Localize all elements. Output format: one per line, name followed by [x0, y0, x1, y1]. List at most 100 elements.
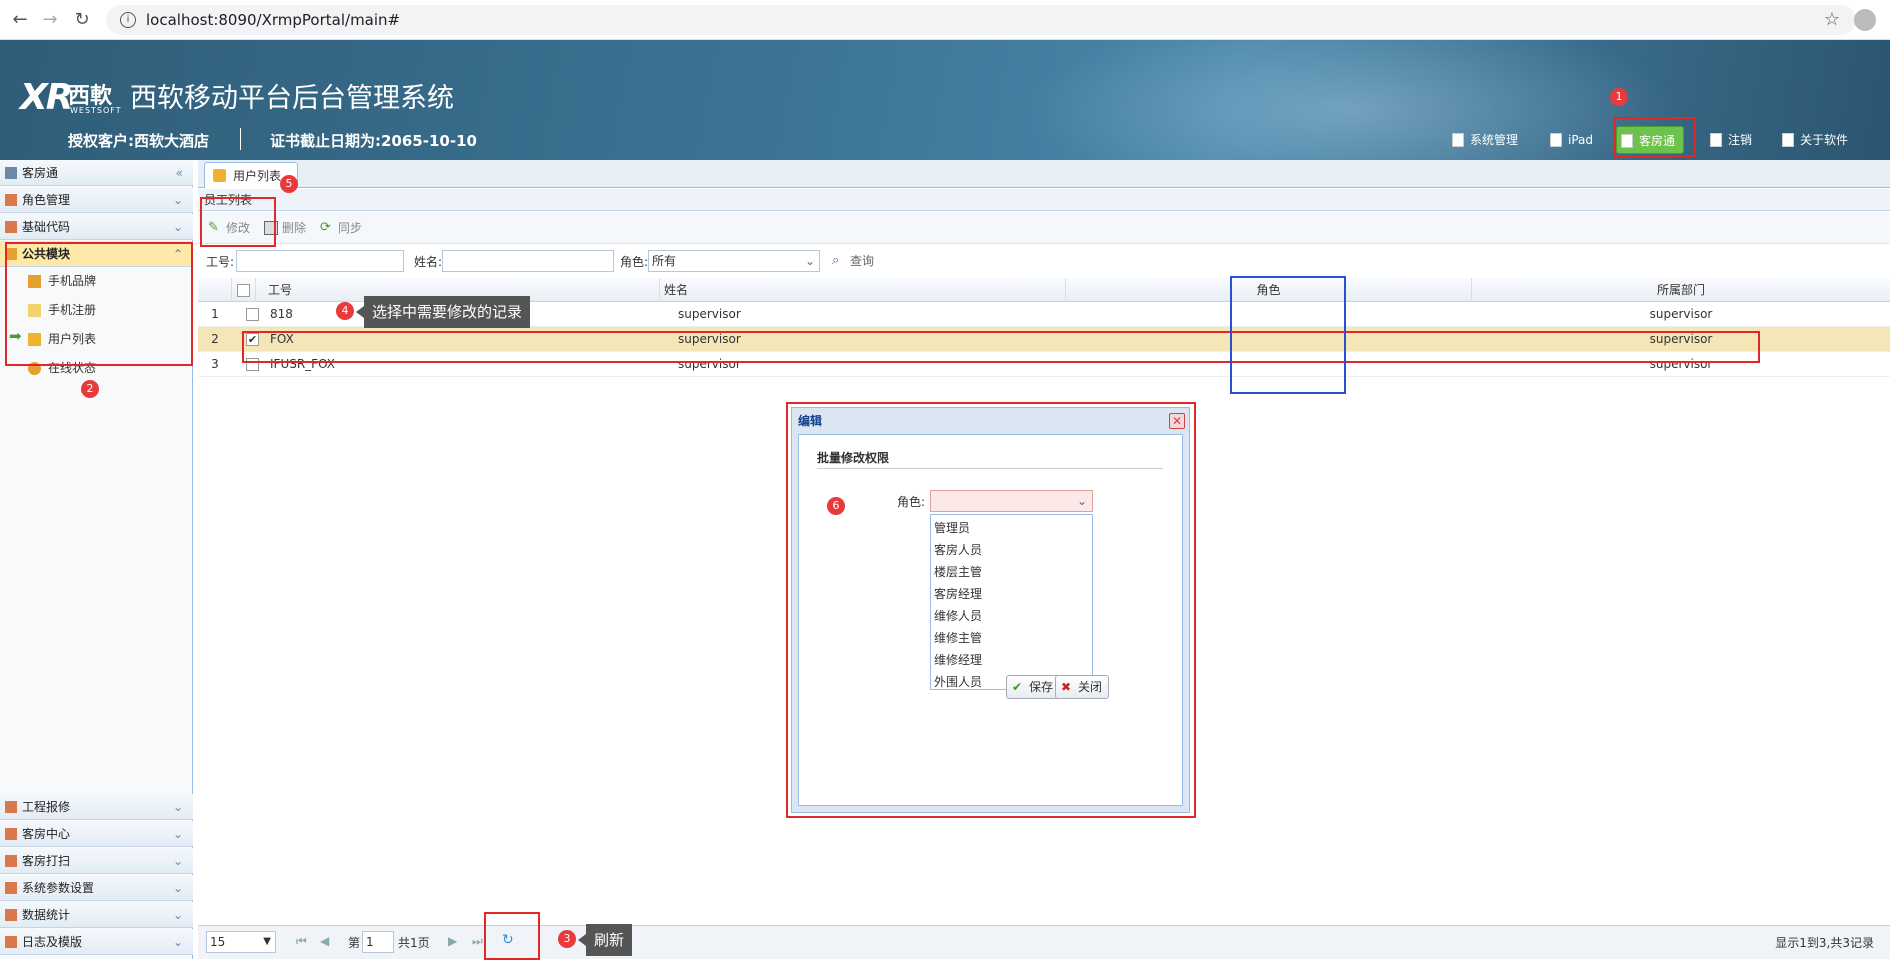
annotation-badge-2: 2	[81, 380, 99, 398]
sidebar-item-housekeeping[interactable]: 客房通 «	[0, 160, 193, 186]
annotation-badge-4: 4	[336, 302, 354, 320]
last-page-icon[interactable]: ⏭	[472, 934, 483, 949]
sidebar-item-logs-templates[interactable]: 日志及模版 ⌄	[0, 929, 193, 955]
list-icon	[5, 167, 17, 179]
name-filter-input[interactable]	[442, 250, 614, 272]
page-input[interactable]: 1	[362, 931, 394, 953]
sidebar-item-roles[interactable]: 角色管理 ⌄	[0, 187, 193, 213]
first-page-icon[interactable]: ⏮	[296, 934, 307, 949]
system-title: 西软移动平台后台管理系统	[130, 83, 454, 114]
row-checkbox[interactable]	[246, 308, 259, 321]
sync-button[interactable]: ⟳ 同步	[318, 218, 362, 238]
cell-name: supervisor	[678, 307, 741, 321]
sidebar-item-statistics[interactable]: 数据统计 ⌄	[0, 902, 193, 928]
about-button[interactable]: 关于软件	[1778, 126, 1848, 154]
chevron-down-icon[interactable]: ⌄	[173, 902, 183, 928]
annotation-box-refresh	[484, 912, 540, 960]
bar-chart-icon	[5, 909, 17, 921]
button-label: 关于软件	[1800, 133, 1849, 147]
select-all-checkbox[interactable]	[237, 284, 250, 297]
bookmark-star-icon[interactable]: ☆	[1824, 9, 1840, 30]
chevron-down-icon[interactable]: ⌄	[173, 214, 183, 240]
sidebar-item-system-params[interactable]: 系统参数设置 ⌄	[0, 875, 193, 901]
cell-dept: supervisor	[1649, 307, 1713, 321]
pager-summary: 显示1到3,共3记录	[1775, 936, 1874, 950]
banner-decoration	[1000, 40, 1700, 160]
chevron-down-icon[interactable]: ⌄	[173, 794, 183, 820]
tag-icon	[5, 194, 17, 206]
chevron-down-icon[interactable]: ⌄	[173, 875, 183, 901]
pagination-bar: 15 ▼ ⏮ ◀ 第 1 共1页 ▶ ⏭ ↻ 显示1到3,共3记录	[198, 925, 1890, 959]
filter-bar: 工号: 姓名: 角色: 所有 ⌄ ⌕ 查询	[198, 245, 1890, 277]
logout-button[interactable]: 注销	[1706, 126, 1752, 154]
role-filter-value: 所有	[652, 254, 677, 268]
annotation-badge-5: 5	[280, 175, 298, 193]
button-label: iPad	[1568, 133, 1594, 147]
url-text: localhost:8090/XrmpPortal/main#	[146, 11, 401, 29]
header-select-all[interactable]	[232, 278, 256, 302]
delete-label: 删除	[282, 221, 307, 235]
annotation-badge-6: 6	[827, 497, 845, 515]
annotation-box-housekeeping	[1614, 117, 1696, 157]
logo-subtext: WESTSOFT	[70, 106, 122, 115]
chevron-down-icon: ⌄	[804, 254, 815, 268]
client-info: 授权客户:西软大酒店	[68, 132, 209, 150]
reload-icon[interactable]: ↻	[70, 8, 94, 32]
chevron-down-icon[interactable]: ⌄	[173, 187, 183, 213]
prev-page-icon[interactable]: ◀	[320, 934, 329, 948]
back-icon[interactable]: ←	[8, 8, 32, 32]
search-icon: ⌕	[832, 253, 840, 268]
home-icon	[5, 828, 17, 840]
doc-icon	[1550, 133, 1562, 147]
page-size-value: 15	[210, 935, 226, 949]
profile-avatar-icon[interactable]	[1854, 9, 1876, 31]
chevron-down-icon[interactable]: ⌄	[173, 821, 183, 847]
tab-bar: 用户列表	[198, 160, 1890, 188]
next-page-icon[interactable]: ▶	[448, 934, 457, 948]
chevron-down-icon[interactable]: ⌄	[173, 929, 183, 955]
grid-toolbar: ✎ 修改 删除 ⟳ 同步	[198, 212, 1890, 244]
sidebar-item-label: 数据统计	[22, 908, 71, 922]
page-input-value: 1	[366, 935, 374, 949]
home-icon	[5, 855, 17, 867]
sidebar-item-label: 客房中心	[22, 827, 71, 841]
sidebar-item-base-codes[interactable]: 基础代码 ⌄	[0, 214, 193, 240]
info-icon[interactable]: i	[120, 12, 136, 28]
name-filter-label: 姓名:	[414, 255, 443, 269]
sidebar-item-room-center[interactable]: 客房中心 ⌄	[0, 821, 193, 847]
ipad-button[interactable]: iPad	[1546, 126, 1593, 154]
header-name[interactable]: 姓名	[660, 278, 1066, 302]
annotation-box-role-column	[1230, 276, 1346, 394]
header-dept[interactable]: 所属部门	[1472, 278, 1890, 302]
sidebar-item-engineering[interactable]: 工程报修 ⌄	[0, 794, 193, 820]
id-filter-input[interactable]	[236, 250, 404, 272]
sidebar-item-label: 角色管理	[22, 193, 71, 207]
page-size-select[interactable]: 15 ▼	[206, 931, 276, 953]
caret-down-icon: ▼	[263, 936, 271, 947]
sync-icon: ⟳	[320, 220, 331, 235]
panel-title: 员工列表	[198, 189, 1890, 211]
query-button[interactable]: ⌕ 查询	[830, 251, 874, 271]
user-card-icon	[213, 169, 226, 182]
sidebar-item-label: 基础代码	[22, 220, 71, 234]
annotation-badge-3: 3	[558, 930, 576, 948]
forward-icon[interactable]: →	[38, 8, 62, 32]
logo-mark: XR	[20, 77, 74, 118]
collapse-icon[interactable]: «	[176, 160, 183, 186]
chevron-down-icon[interactable]: ⌄	[173, 848, 183, 874]
address-bar[interactable]: i localhost:8090/XrmpPortal/main# ☆	[106, 5, 1856, 35]
role-filter-label: 角色:	[620, 255, 649, 269]
annotation-box-edit	[200, 197, 276, 247]
doc-icon	[1452, 133, 1464, 147]
button-label: 注销	[1728, 133, 1753, 147]
button-label: 系统管理	[1470, 133, 1519, 147]
sidebar-item-room-cleaning[interactable]: 客房打扫 ⌄	[0, 848, 193, 874]
row-number: 3	[211, 357, 219, 371]
sidebar-item-label: 客房打扫	[22, 854, 71, 868]
annotation-box-public-module	[5, 242, 193, 366]
doc-icon	[1782, 133, 1794, 147]
role-filter-select[interactable]: 所有 ⌄	[648, 250, 820, 272]
annotation-box-selected-row	[242, 331, 1760, 363]
system-manage-button[interactable]: 系统管理	[1448, 126, 1518, 154]
tools-icon	[5, 801, 17, 813]
